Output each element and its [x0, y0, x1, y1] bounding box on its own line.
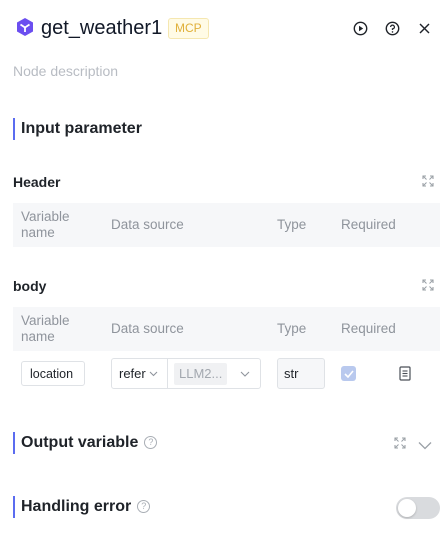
- col-data-source: Data source: [111, 321, 184, 336]
- output-variable-label: Output variable: [21, 434, 139, 451]
- document-button[interactable]: [399, 366, 411, 381]
- info-icon[interactable]: ?: [144, 436, 158, 450]
- expand-body-button[interactable]: [421, 278, 435, 292]
- close-button[interactable]: [415, 19, 433, 37]
- expand-icon: [394, 437, 406, 449]
- chevron-down-icon: [418, 442, 432, 450]
- collapse-output-button[interactable]: [418, 437, 432, 450]
- required-checkbox[interactable]: [341, 366, 356, 381]
- input-parameter-title: Input parameter: [13, 118, 142, 140]
- expand-output-button[interactable]: [393, 436, 407, 450]
- help-button[interactable]: [383, 19, 401, 37]
- expand-icon: [422, 175, 434, 187]
- source-reference-select[interactable]: LLM2...: [168, 359, 260, 388]
- handling-error-label: Handling error: [21, 498, 132, 515]
- chevron-down-icon: [240, 371, 250, 377]
- col-data-source: Data source: [111, 217, 184, 232]
- type-field[interactable]: str: [277, 358, 325, 389]
- handling-error-title: Handling error?: [13, 496, 151, 518]
- chevron-down-icon: [149, 371, 158, 376]
- close-icon: [419, 23, 429, 33]
- header-group-label: Header: [13, 174, 61, 190]
- header-params-table-header: Variable name Data source Type Required: [13, 203, 440, 247]
- col-required: Required: [341, 217, 396, 232]
- col-required: Required: [341, 321, 396, 336]
- mcp-badge: MCP: [168, 18, 209, 39]
- run-button[interactable]: [351, 19, 369, 37]
- output-variable-title[interactable]: Output variable?: [13, 432, 158, 454]
- run-icon: [353, 21, 367, 35]
- expand-header-button[interactable]: [421, 174, 435, 188]
- source-reference-chip: LLM2...: [174, 362, 228, 385]
- help-icon: [385, 21, 399, 35]
- source-mode-select[interactable]: refer: [112, 359, 168, 388]
- info-icon[interactable]: ?: [137, 500, 151, 514]
- check-icon: [343, 369, 354, 378]
- toggle-knob: [398, 499, 416, 517]
- node-type-icon: [15, 17, 35, 37]
- data-source-select[interactable]: refer LLM2...: [111, 358, 261, 389]
- node-title[interactable]: get_weather1: [41, 15, 162, 41]
- body-params-table-header: Variable name Data source Type Required: [13, 307, 440, 351]
- col-variable-name: Variable name: [21, 313, 70, 344]
- handling-error-toggle[interactable]: [396, 497, 440, 519]
- document-icon: [399, 366, 411, 381]
- col-type: Type: [277, 217, 307, 232]
- node-description-input[interactable]: Node description: [13, 61, 118, 81]
- col-variable-name: Variable name: [21, 209, 70, 240]
- variable-name-input[interactable]: location: [21, 361, 85, 386]
- expand-icon: [422, 279, 434, 291]
- body-group-label: body: [13, 278, 47, 294]
- source-mode-value: refer: [119, 366, 146, 381]
- col-type: Type: [277, 321, 307, 336]
